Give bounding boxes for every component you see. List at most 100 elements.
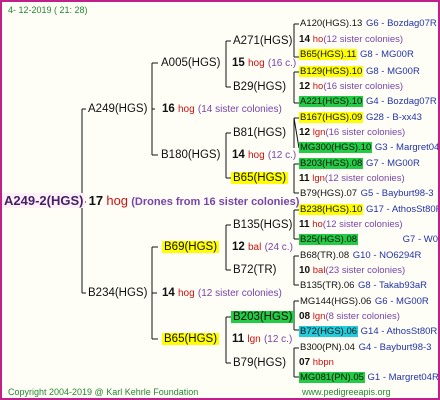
gen4-location: G4 - Bayburt98-3: [358, 342, 432, 353]
gen4-location: G1 - Margret04R: [367, 372, 439, 383]
gen4-drones: 14 ho(12 sister colonies): [299, 34, 403, 46]
gen4-row[interactable]: B167(HGS).09 G28 - B-xx43: [299, 112, 422, 124]
gen4-row[interactable]: B238(HGS).10 G17 - AthosSt80R: [299, 204, 440, 216]
gen3-b65-name: B65(HGS): [231, 172, 289, 184]
gen4-row[interactable]: B300(PN).04 G4 - Bayburt98-3: [299, 342, 431, 354]
gen4-count: 12: [299, 81, 311, 92]
gen3-b79-name: B79(HGS): [233, 357, 287, 369]
gen1-lower-drones: 14 hog (12 sister colonies): [162, 285, 282, 302]
gen4-row[interactable]: B72(HGS).06 G14 - AthosSt80R: [299, 326, 437, 338]
gen4-note: (12 sister colonies): [324, 173, 405, 184]
gen4-drones: 08 lgn(8 sister colonies): [299, 311, 400, 323]
gen4-name: B300(PN).04: [300, 342, 355, 353]
gen4-count: 11: [299, 219, 310, 230]
gen4-count: 12: [299, 127, 311, 138]
gen3-b81-node[interactable]: B81(HGS): [231, 125, 288, 141]
gen4-name: B72(HGS).06: [299, 326, 359, 337]
root-node[interactable]: A249-2(HGS) 17 hog (Drones from 16 siste…: [2, 193, 299, 210]
gen4-note: (12 sister colonies): [322, 219, 403, 230]
gen4-location: G8 - MG00R: [365, 66, 420, 77]
gen2-b69-node[interactable]: B69(HGS): [162, 239, 220, 255]
gen4-location: G8 - MG00R: [359, 49, 414, 60]
gen1-upper-unit: hog: [178, 104, 195, 115]
gen2-a005-count: 15: [232, 57, 245, 69]
pedigree-frame: 4- 12-2019 ( 21: 28) A249-2(HGS) 17 hog …: [0, 0, 440, 400]
gen2-a005-name: A005(HGS): [161, 57, 221, 69]
gen1-lower-name: B234(HGS): [88, 287, 148, 299]
gen4-count: 10: [299, 265, 311, 276]
gen4-row[interactable]: MG300(HGS).10 G3 - Margret04R: [299, 142, 438, 154]
gen3-b135-node[interactable]: B135(HGS): [231, 217, 294, 233]
gen4-drones: 12 lgn(16 sister colonies): [299, 127, 405, 139]
gen4-name: MG144(HGS).06: [300, 296, 372, 307]
gen4-row[interactable]: A120(HGS).13 G6 - Bozdag07R: [299, 18, 437, 30]
gen4-row[interactable]: B129(HGS).10 G8 - MG00R: [299, 66, 420, 78]
gen4-name: B135(TR).06: [300, 280, 355, 291]
gen2-a005-node[interactable]: A005(HGS): [159, 55, 222, 71]
gen4-location: G14 - AthosSt80R: [360, 326, 438, 337]
gen4-unit: ho: [312, 219, 323, 230]
gen4-row[interactable]: B135(TR).06 G8 - Takab93aR: [299, 280, 427, 292]
gen4-name: B25(HGS).08: [299, 234, 359, 245]
gen2-b65-unit: lgn: [247, 334, 261, 345]
gen4-unit: bal: [312, 265, 326, 276]
gen2-b180-unit: hog: [248, 150, 265, 161]
gen4-location: G17 - AthosSt80R: [365, 204, 440, 215]
gen3-a271-node[interactable]: A271(HGS): [231, 33, 294, 49]
gen3-b203-node[interactable]: B203(HGS): [231, 309, 295, 325]
gen4-name: B203(HGS).08: [299, 158, 364, 169]
gen4-drones: 07 hbpn: [299, 357, 334, 369]
gen4-row[interactable]: B203(HGS).08 G7 - MG00R: [299, 158, 420, 170]
gen4-location: G7 - W0: [402, 234, 439, 245]
gen4-unit: lgn: [312, 127, 326, 138]
gen1-lower-unit: hog: [178, 288, 195, 299]
gen4-location: G5 - Bayburt98-3: [360, 188, 434, 199]
gen3-b72-name: B72(TR): [233, 264, 277, 276]
gen2-b180-node[interactable]: B180(HGS): [159, 147, 222, 163]
gen4-note: (8 sister colonies): [325, 311, 400, 322]
gen3-b29-node[interactable]: B29(HGS): [231, 79, 288, 95]
gen1-lower-node[interactable]: B234(HGS): [86, 285, 149, 301]
gen4-name: A120(HGS).13: [300, 18, 363, 29]
gen4-location: G28 - B-xx43: [365, 112, 422, 123]
gen4-drones: 11 ho(12 sister colonies): [299, 219, 403, 231]
gen4-name: B238(HGS).10: [299, 204, 364, 215]
gen3-b79-node[interactable]: B79(HGS): [231, 355, 288, 371]
generated-timestamp: 4- 12-2019 ( 21: 28): [8, 5, 88, 15]
gen4-row[interactable]: A221(HGS).10 G4 - Bozdag07R: [299, 96, 437, 108]
gen4-note: (23 sister colonies): [325, 265, 406, 276]
gen2-a005-unit: hog: [248, 58, 265, 69]
gen4-row[interactable]: MG081(PN).05 G1 - Margret04R: [299, 372, 439, 384]
gen4-unit: ho: [312, 81, 324, 92]
gen1-upper-count: 16: [162, 103, 175, 115]
gen4-location: G6 - MG00R: [374, 296, 429, 307]
gen2-b65-node[interactable]: B65(HGS): [162, 331, 220, 347]
gen1-lower-count: 14: [162, 287, 175, 299]
root-name: A249-2(HGS): [2, 193, 86, 208]
gen4-row[interactable]: B79(HGS).07 G5 - Bayburt98-3: [299, 188, 434, 200]
gen2-b69-unit: bal: [248, 242, 262, 253]
gen1-upper-node[interactable]: A249(HGS): [86, 101, 149, 117]
gen4-location: G8 - Takab93aR: [358, 280, 428, 291]
gen4-unit: lgn: [312, 173, 325, 184]
gen4-row[interactable]: B25(HGS).08 G7 - W0: [299, 234, 438, 246]
gen4-name: B68(TR).08: [300, 250, 350, 261]
gen2-b69-note: (24 c.): [264, 242, 293, 253]
gen4-note: (16 sister colonies): [325, 127, 406, 138]
gen4-name: B129(HGS).10: [299, 66, 364, 77]
gen4-count: 08: [299, 311, 311, 322]
gen4-name: B65(HGS).11: [299, 49, 358, 60]
gen3-b72-node[interactable]: B72(TR): [231, 262, 278, 278]
gen4-drones: 12 ho(16 sister colonies): [299, 81, 403, 93]
gen4-location: G4 - Bozdag07R: [365, 96, 437, 107]
gen3-b65-node[interactable]: B65(HGS): [231, 170, 289, 186]
gen4-note: (16 sister colonies): [323, 81, 404, 92]
gen4-row[interactable]: B68(TR).08 G10 - NO6294R: [299, 250, 421, 262]
gen2-b180-note: (12 c.): [267, 150, 297, 161]
gen4-row[interactable]: B65(HGS).11 G8 - MG00R: [299, 49, 414, 61]
gen2-b65-drones: 11 lgn (12 c.): [232, 331, 292, 348]
gen2-b65-note: (12 c.): [263, 334, 293, 345]
gen4-unit: ho: [312, 34, 324, 45]
site-link[interactable]: www.pedigreeapis.org: [302, 387, 391, 397]
gen4-row[interactable]: MG144(HGS).06 G6 - MG00R: [299, 296, 429, 308]
